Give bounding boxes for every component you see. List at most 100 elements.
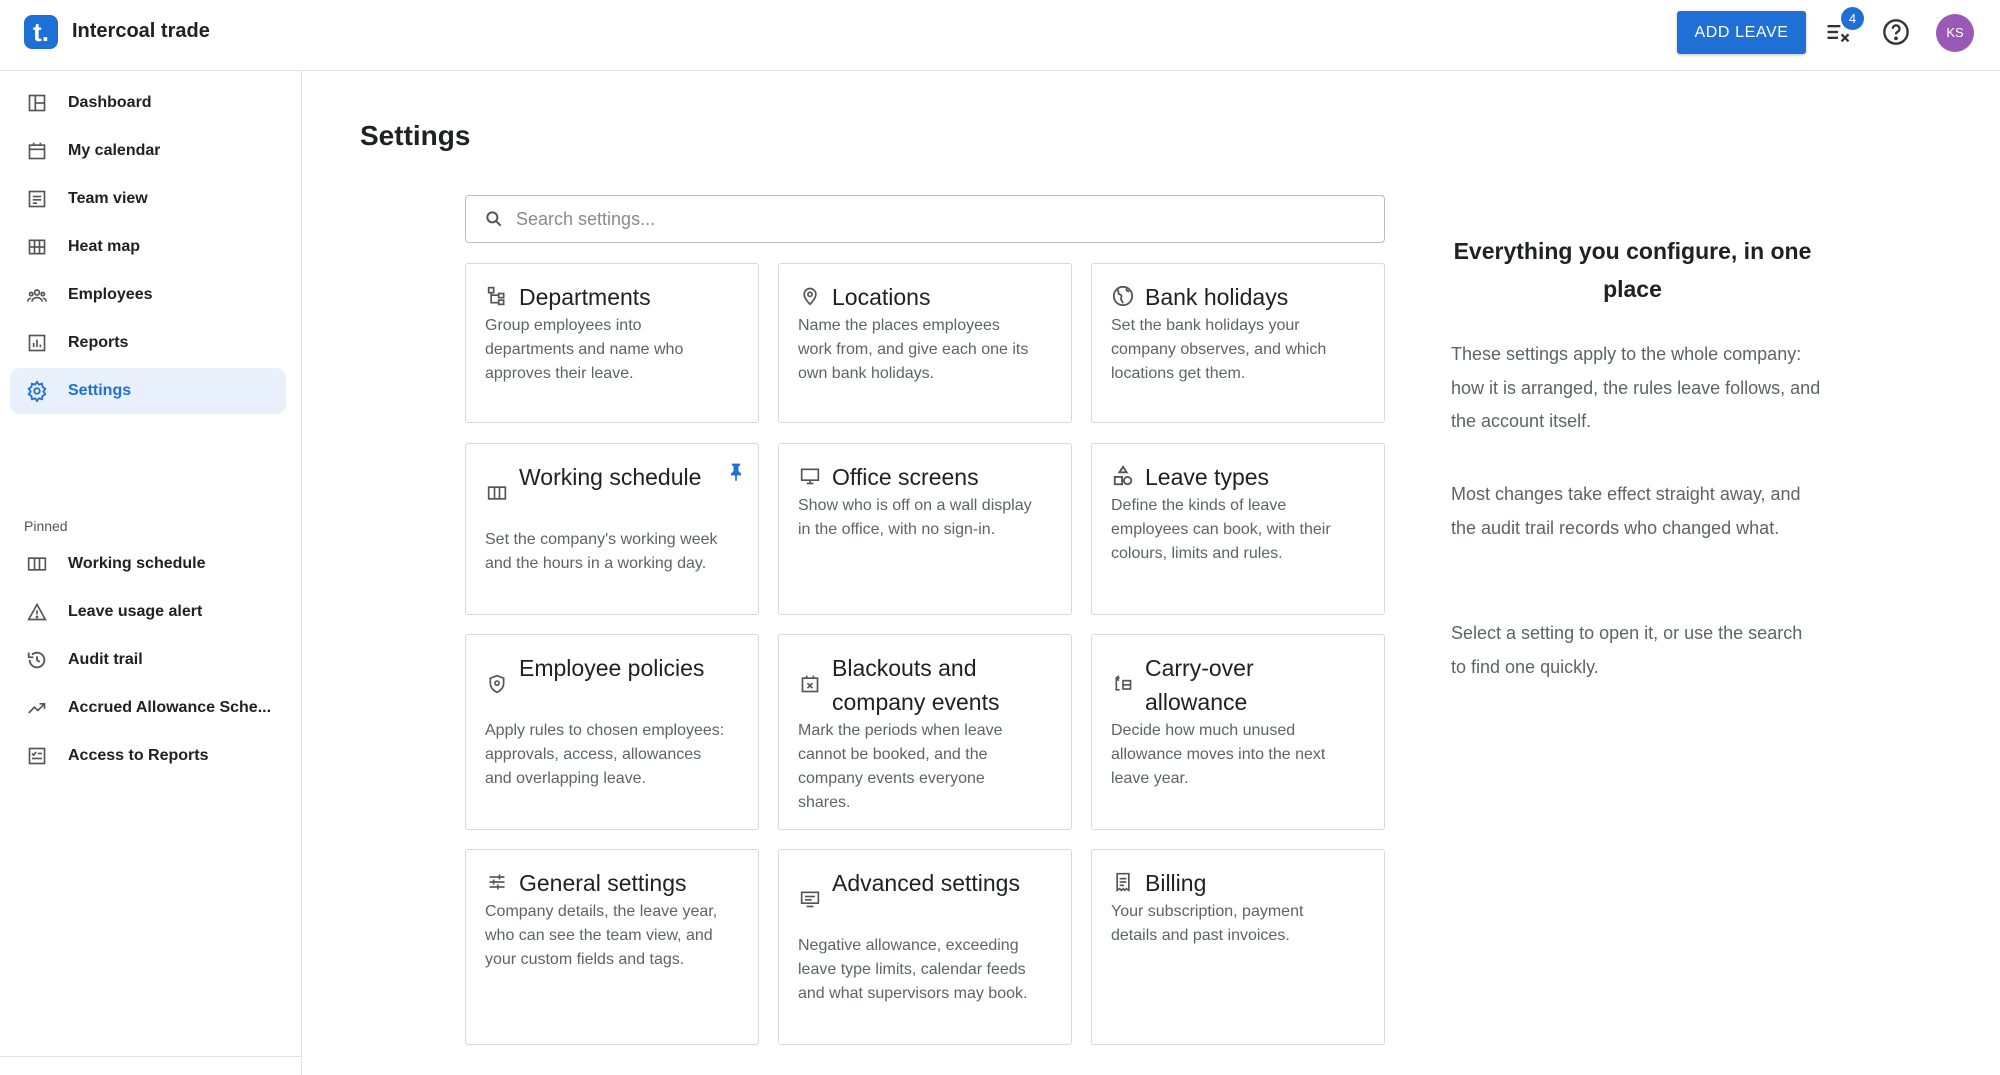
shield-icon — [485, 672, 509, 696]
card-description: Negative allowance, exceeding leave type… — [798, 937, 1028, 1002]
dashboard-icon — [24, 90, 50, 116]
card-title: Office screens — [832, 464, 979, 490]
sidebar-item-heat-map[interactable]: Heat map — [10, 224, 286, 270]
sidebar-item-label: Leave usage alert — [68, 603, 203, 620]
card-description: Company details, the leave year, who can… — [485, 903, 718, 968]
card-description: Show who is off on a wall display in the… — [798, 497, 1032, 538]
avatar[interactable]: KS — [1936, 14, 1974, 52]
receipt-icon — [1111, 870, 1135, 894]
card-title: Billing — [1145, 870, 1207, 896]
sidebar-item-label: Accrued Allowance Sche... — [68, 699, 272, 716]
card-description: Group employees into departments and nam… — [485, 317, 684, 382]
calendar-icon — [24, 138, 50, 164]
monitor-icon — [798, 464, 822, 488]
sidebar-item-label: Reports — [68, 334, 129, 351]
page-title: Settings — [360, 120, 471, 151]
sidebar-item-reports[interactable]: Reports — [10, 320, 286, 366]
sidebar-item-label: Working schedule — [68, 555, 206, 572]
card-title: Working schedule — [519, 464, 702, 490]
sidebar-item-leave-usage-alert[interactable]: Leave usage alert — [10, 589, 286, 635]
sidebar-item-label: Audit trail — [68, 651, 143, 668]
settings-card-advanced-settings[interactable]: Advanced settings Negative allowance, ex… — [778, 849, 1072, 1045]
search-input[interactable] — [516, 208, 1366, 230]
card-description: Set the bank holidays your company obser… — [1111, 317, 1327, 382]
carry-over-icon — [1111, 672, 1135, 696]
settings-card-working-schedule[interactable]: Working schedule Set the company's worki… — [465, 443, 759, 615]
card-title: Leave types — [1145, 464, 1270, 490]
sliders-icon — [485, 870, 509, 894]
card-title: Carry-over allowance — [1145, 655, 1254, 715]
settings-card-bank-holidays[interactable]: Bank holidays Set the bank holidays your… — [1091, 263, 1385, 423]
card-title: Locations — [832, 284, 931, 310]
sidebar-item-label: Dashboard — [68, 94, 152, 111]
sidebar-item-label: Heat map — [68, 238, 141, 255]
card-title: General settings — [519, 870, 687, 896]
shapes-icon — [1111, 464, 1135, 488]
app-logo[interactable]: t. — [24, 15, 58, 49]
sidebar-item-accrued-allowance[interactable]: Accrued Allowance Sche... — [10, 685, 286, 731]
globe-icon — [1111, 284, 1135, 308]
columns-icon — [24, 551, 50, 577]
pin-icon[interactable] — [726, 460, 746, 484]
card-title: Employee policies — [519, 655, 705, 681]
checklist-icon — [24, 743, 50, 769]
sidebar-item-audit-trail[interactable]: Audit trail — [10, 637, 286, 683]
card-description: Apply rules to chosen employees: approva… — [485, 722, 725, 787]
sidebar-item-my-calendar[interactable]: My calendar — [10, 128, 286, 174]
people-icon — [24, 282, 50, 308]
card-description: Mark the periods when leave cannot be bo… — [798, 722, 1003, 811]
card-title: Bank holidays — [1145, 284, 1289, 310]
sidebar: Dashboard My calendar Team view Heat map… — [0, 71, 302, 1075]
sidebar-item-access-to-reports[interactable]: Access to Reports — [10, 733, 286, 779]
card-description: Define the kinds of leave employees can … — [1111, 497, 1331, 562]
location-pin-icon — [798, 284, 822, 308]
card-title: Advanced settings — [832, 870, 1020, 896]
departments-icon — [485, 284, 509, 308]
card-title: Departments — [519, 284, 651, 310]
sidebar-item-dashboard[interactable]: Dashboard — [10, 80, 286, 126]
sidebar-divider — [0, 1056, 302, 1057]
history-icon — [24, 647, 50, 673]
card-description: Set the company's working week and the h… — [485, 531, 718, 572]
pinned-section-title: Pinned — [24, 518, 68, 534]
sidebar-item-label: Settings — [68, 382, 132, 399]
calendar-x-icon — [798, 672, 822, 696]
trending-up-icon — [24, 695, 50, 721]
settings-card-general-settings[interactable]: General settings Company details, the le… — [465, 849, 759, 1045]
info-panel-title: Everything you configure, in one place — [1453, 238, 1812, 302]
search-icon — [482, 207, 506, 231]
company-name[interactable]: Intercoal trade — [72, 20, 210, 43]
help-icon[interactable] — [1880, 16, 1912, 48]
sidebar-item-settings[interactable]: Settings — [10, 368, 286, 414]
settings-card-office-screens[interactable]: Office screens Show who is off on a wall… — [778, 443, 1072, 615]
add-leave-button[interactable]: ADD LEAVE — [1677, 11, 1806, 54]
info-paragraph: Select a setting to open it, or use the … — [1451, 623, 1803, 677]
sidebar-item-label: My calendar — [68, 142, 161, 159]
card-description: Name the places employees work from, and… — [798, 317, 1029, 382]
columns-icon — [485, 481, 509, 505]
grid-icon — [24, 234, 50, 260]
settings-card-locations[interactable]: Locations Name the places employees work… — [778, 263, 1072, 423]
card-title: Blackouts and company events — [832, 655, 1000, 715]
info-paragraph: These settings apply to the whole compan… — [1451, 344, 1821, 431]
settings-card-departments[interactable]: Departments Group employees into departm… — [465, 263, 759, 423]
sidebar-item-working-schedule[interactable]: Working schedule — [10, 541, 286, 587]
warning-icon — [24, 599, 50, 625]
settings-card-carry-over[interactable]: Carry-over allowance Decide how much unu… — [1091, 634, 1385, 830]
gear-icon — [24, 378, 50, 404]
card-description: Your subscription, payment details and p… — [1111, 903, 1304, 944]
notification-badge: 4 — [1841, 7, 1864, 30]
search-box[interactable] — [465, 195, 1385, 243]
advanced-icon — [798, 887, 822, 911]
sidebar-item-employees[interactable]: Employees — [10, 272, 286, 318]
info-paragraph: Most changes take effect straight away, … — [1451, 484, 1801, 538]
sidebar-item-label: Access to Reports — [68, 747, 209, 764]
settings-card-employee-policies[interactable]: Employee policies Apply rules to chosen … — [465, 634, 759, 830]
top-bar: t. Intercoal trade ADD LEAVE 4 KS — [0, 0, 2000, 71]
settings-card-blackouts[interactable]: Blackouts and company events Mark the pe… — [778, 634, 1072, 830]
bar-chart-icon — [24, 330, 50, 356]
sidebar-item-team-view[interactable]: Team view — [10, 176, 286, 222]
sidebar-item-label: Team view — [68, 190, 148, 207]
settings-card-billing[interactable]: Billing Your subscription, payment detai… — [1091, 849, 1385, 1045]
settings-card-leave-types[interactable]: Leave types Define the kinds of leave em… — [1091, 443, 1385, 615]
